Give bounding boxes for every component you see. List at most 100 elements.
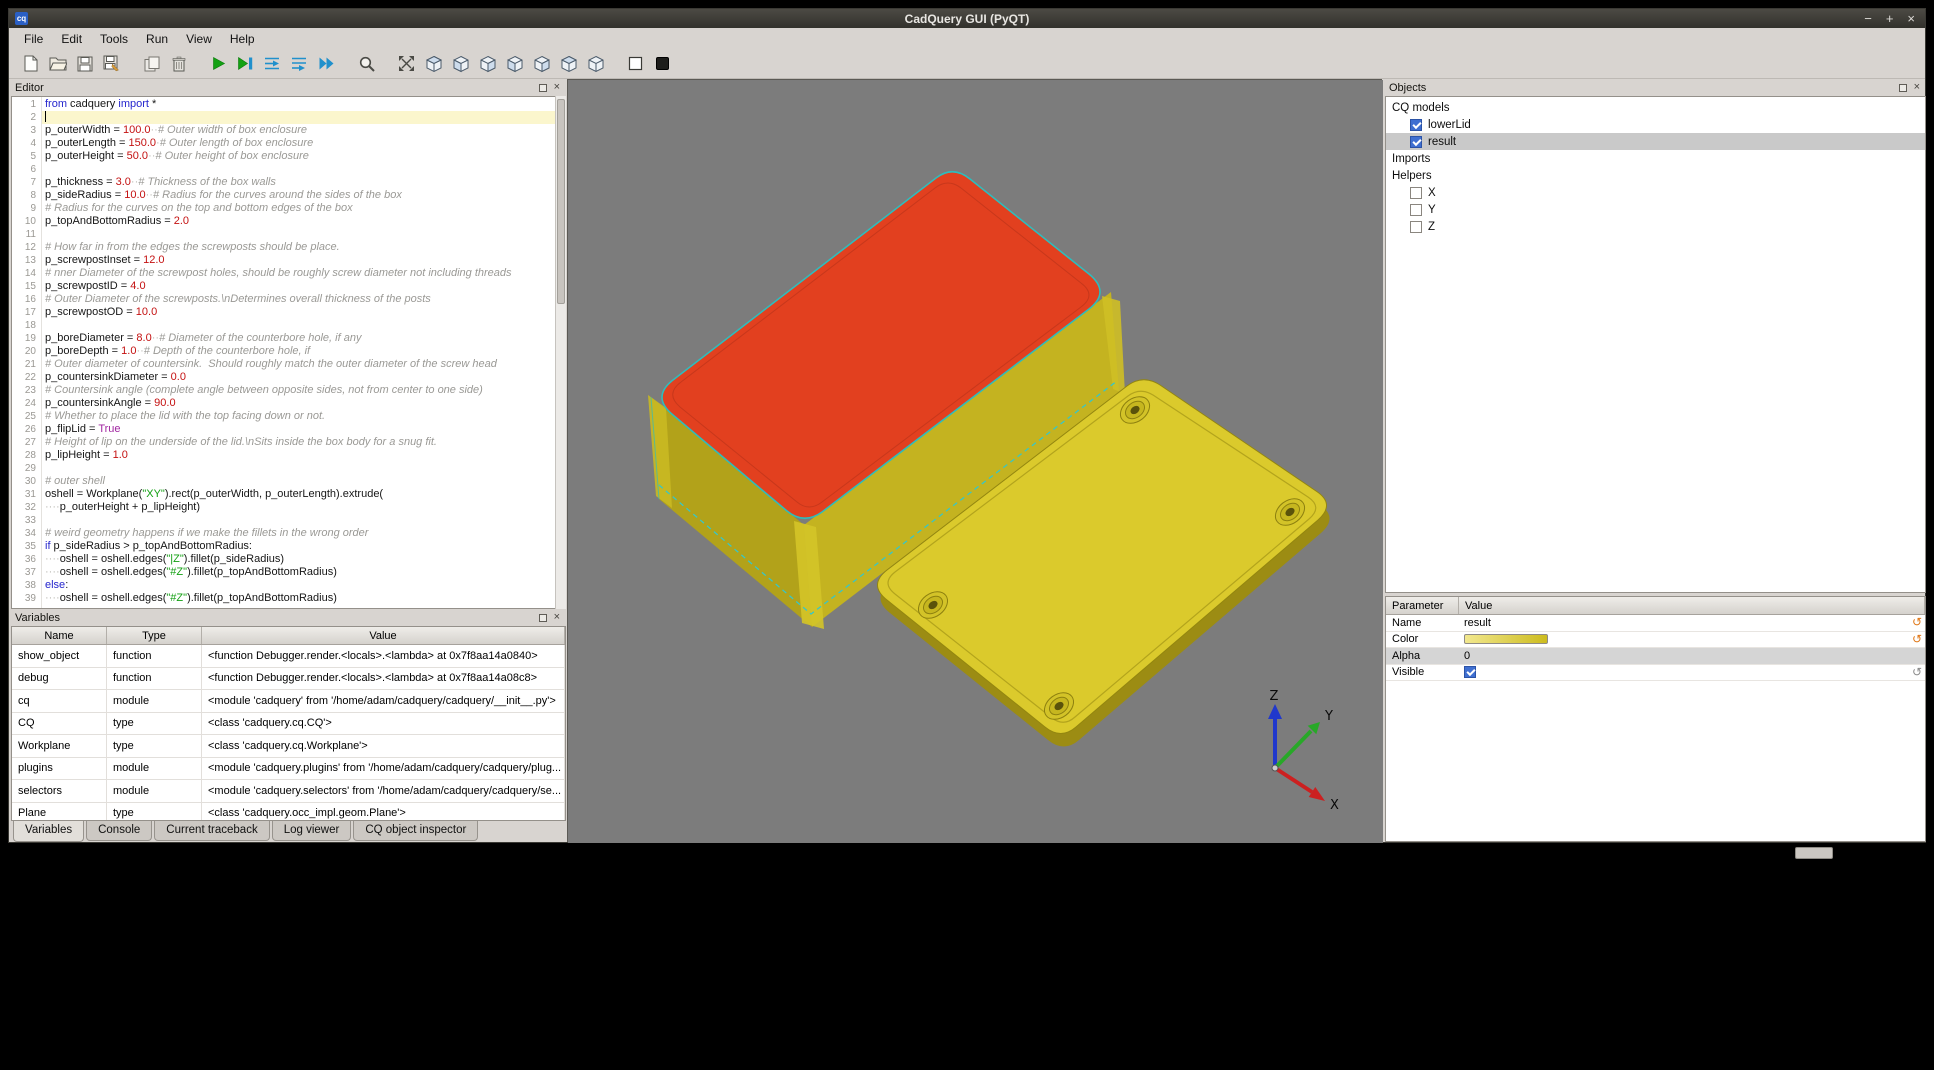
code-line[interactable]: ····oshell = oshell.edges("#Z").fillet(p… (45, 566, 565, 579)
step-over-button[interactable] (259, 51, 286, 77)
tree-item-cq-models[interactable]: CQ models (1386, 99, 1925, 116)
tree-item-helpers[interactable]: Helpers (1386, 167, 1925, 184)
new-file-button[interactable] (17, 51, 44, 77)
code-line[interactable]: p_screwpostInset = 12.0 (45, 254, 565, 267)
code-line[interactable]: p_boreDepth = 1.0··# Depth of the counte… (45, 345, 565, 358)
parameter-row-alpha[interactable]: Alpha0 (1386, 648, 1925, 665)
parameter-value[interactable]: 0 (1459, 650, 1925, 662)
code-line[interactable]: p_screwpostOD = 10.0 (45, 306, 565, 319)
reset-icon[interactable]: ↺ (1912, 617, 1922, 628)
reset-icon[interactable]: ↺ (1912, 667, 1922, 678)
code-line[interactable]: p_lipHeight = 1.0 (45, 449, 565, 462)
menu-tools[interactable]: Tools (91, 29, 137, 49)
maximize-button[interactable]: + (1886, 10, 1894, 27)
save-as-button[interactable] (98, 51, 125, 77)
tree-item-imports[interactable]: Imports (1386, 150, 1925, 167)
scrollbar-thumb[interactable] (557, 99, 565, 304)
code-line[interactable]: p_outerHeight = 50.0··# Outer height of … (45, 150, 565, 163)
code-line[interactable] (45, 319, 565, 332)
code-line[interactable]: # Whether to place the lid with the top … (45, 410, 565, 423)
tree-item-y[interactable]: Y (1386, 201, 1925, 218)
parameter-value[interactable]: ↺ (1459, 666, 1925, 678)
run-button[interactable] (205, 51, 232, 77)
debug-button[interactable] (232, 51, 259, 77)
column-header-name[interactable]: Name (12, 627, 107, 644)
code-line[interactable]: p_outerLength = 150.0·# Outer length of … (45, 137, 565, 150)
visible-checkbox[interactable] (1464, 666, 1476, 678)
variable-row[interactable]: selectorsmodule<module 'cadquery.selecto… (12, 780, 565, 803)
code-line[interactable]: oshell = Workplane("XY").rect(p_outerWid… (45, 488, 565, 501)
menu-help[interactable]: Help (221, 29, 264, 49)
visibility-checkbox[interactable] (1410, 187, 1422, 199)
code-line[interactable] (45, 514, 565, 527)
save-button[interactable] (71, 51, 98, 77)
code-line[interactable]: p_screwpostID = 4.0 (45, 280, 565, 293)
variable-row[interactable]: show_objectfunction<function Debugger.re… (12, 645, 565, 668)
step-into-button[interactable] (286, 51, 313, 77)
code-line[interactable] (45, 163, 565, 176)
minimize-button[interactable]: − (1864, 10, 1872, 27)
menu-file[interactable]: File (15, 29, 52, 49)
float-panel-icon[interactable] (539, 84, 547, 92)
code-line[interactable]: # nner Diameter of the screwpost holes, … (45, 267, 565, 280)
visibility-checkbox[interactable] (1410, 204, 1422, 216)
code-line[interactable]: else: (45, 579, 565, 592)
fit-view-button[interactable] (393, 51, 420, 77)
variable-row[interactable]: cqmodule<module 'cadquery' from '/home/a… (12, 690, 565, 713)
close-panel-icon[interactable]: × (554, 613, 560, 622)
code-line[interactable]: p_flipLid = True (45, 423, 565, 436)
code-line[interactable]: # weird geometry happens if we make the … (45, 527, 565, 540)
column-header-type[interactable]: Type (107, 627, 202, 644)
visibility-checkbox[interactable] (1410, 221, 1422, 233)
titlebar[interactable]: cq CadQuery GUI (PyQT) − + × (9, 9, 1925, 28)
code-line[interactable]: # Height of lip on the underside of the … (45, 436, 565, 449)
code-line[interactable]: # Countersink angle (complete angle betw… (45, 384, 565, 397)
parameter-row-name[interactable]: Nameresult↺ (1386, 615, 1925, 632)
code-editor[interactable]: 1234567891011121314151617181920212223242… (11, 96, 566, 609)
code-line[interactable]: p_boreDiameter = 8.0··# Diameter of the … (45, 332, 565, 345)
menu-view[interactable]: View (177, 29, 221, 49)
variable-row[interactable]: Planetype<class 'cadquery.occ_impl.geom.… (12, 803, 565, 822)
float-panel-icon[interactable] (539, 614, 547, 622)
delete-button[interactable] (165, 51, 192, 77)
code-line[interactable]: p_countersinkAngle = 90.0 (45, 397, 565, 410)
float-panel-icon[interactable] (1899, 84, 1907, 92)
code-line[interactable] (45, 462, 565, 475)
code-line[interactable] (45, 228, 565, 241)
tab-console[interactable]: Console (86, 821, 152, 841)
color-swatch[interactable] (1464, 634, 1548, 644)
tree-item-x[interactable]: X (1386, 184, 1925, 201)
menu-edit[interactable]: Edit (52, 29, 91, 49)
close-panel-icon[interactable]: × (1914, 83, 1920, 92)
editor-scrollbar[interactable] (555, 96, 566, 609)
tree-item-z[interactable]: Z (1386, 218, 1925, 235)
view-front-button[interactable] (474, 51, 501, 77)
toggle-frame-button[interactable] (622, 51, 649, 77)
code-line[interactable]: p_sideRadius = 10.0··# Radius for the cu… (45, 189, 565, 202)
resize-grip[interactable] (1795, 847, 1833, 859)
code-line[interactable]: # How far in from the edges the screwpos… (45, 241, 565, 254)
variable-row[interactable]: CQtype<class 'cadquery.cq.CQ'> (12, 713, 565, 736)
tab-variables[interactable]: Variables (13, 821, 84, 842)
stop-button[interactable] (649, 51, 676, 77)
code-line[interactable]: p_countersinkDiameter = 0.0 (45, 371, 565, 384)
view-top-button[interactable] (555, 51, 582, 77)
view-back-button[interactable] (528, 51, 555, 77)
variable-row[interactable]: pluginsmodule<module 'cadquery.plugins' … (12, 758, 565, 781)
variable-row[interactable]: Workplanetype<class 'cadquery.cq.Workpla… (12, 735, 565, 758)
continue-button[interactable] (313, 51, 340, 77)
tab-current-traceback[interactable]: Current traceback (154, 821, 269, 841)
code-line[interactable]: # Radius for the curves on the top and b… (45, 202, 565, 215)
code-line[interactable]: if p_sideRadius > p_topAndBottomRadius: (45, 540, 565, 553)
view-left-button[interactable] (447, 51, 474, 77)
view-iso-button[interactable] (420, 51, 447, 77)
code-line[interactable]: p_topAndBottomRadius = 2.0 (45, 215, 565, 228)
visibility-checkbox[interactable] (1410, 136, 1422, 148)
code-line[interactable] (42, 111, 565, 124)
viewport-3d[interactable]: Z Y X (567, 79, 1382, 842)
code-line[interactable]: p_thickness = 3.0··# Thickness of the bo… (45, 176, 565, 189)
code-line[interactable]: ····oshell = oshell.edges("|Z").fillet(p… (45, 553, 565, 566)
code-line[interactable]: p_outerWidth = 100.0··# Outer width of b… (45, 124, 565, 137)
column-header-value[interactable]: Value (202, 627, 565, 644)
tree-item-result[interactable]: result (1386, 133, 1925, 150)
